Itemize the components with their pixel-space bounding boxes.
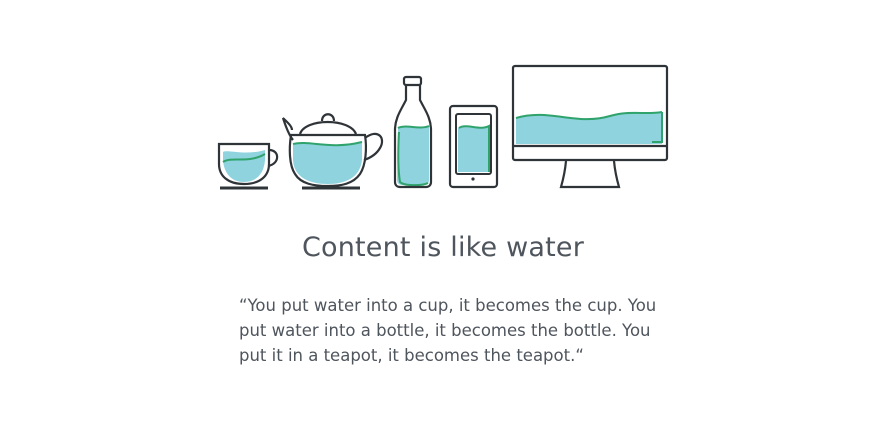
monitor-icon xyxy=(511,64,669,189)
teapot-icon xyxy=(281,113,384,190)
quote-line: put water into a bottle, it becomes the … xyxy=(239,321,651,340)
quote-line: put it in a teapot, it becomes the teapo… xyxy=(239,346,584,365)
page-title: Content is like water xyxy=(301,232,585,263)
water-containers-illustration xyxy=(217,64,669,190)
quote-line: “You put water into a cup, it becomes th… xyxy=(239,296,657,315)
bottle-icon xyxy=(393,75,433,189)
quote-text: “You put water into a cup, it becomes th… xyxy=(239,293,669,368)
phone-icon xyxy=(448,104,499,189)
cup-icon xyxy=(217,142,279,190)
